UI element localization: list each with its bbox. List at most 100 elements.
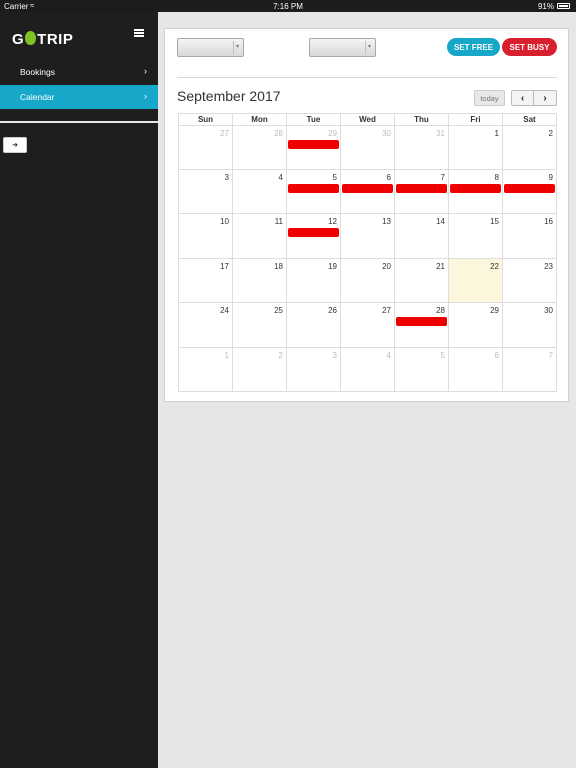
busy-event[interactable] (450, 183, 501, 193)
calendar-day[interactable]: 9 (503, 170, 556, 214)
calendar-day[interactable]: 13 (341, 214, 395, 258)
calendar-day[interactable]: 23 (503, 259, 556, 303)
filter-select-2[interactable]: ▾ (309, 38, 376, 57)
day-number: 11 (274, 217, 283, 226)
sidebar-item-calendar[interactable]: Calendar › (0, 85, 158, 109)
set-busy-button[interactable]: SET BUSY (502, 38, 557, 56)
day-number: 2 (548, 129, 553, 138)
day-number: 4 (278, 172, 283, 182)
sidebar-item-bookings[interactable]: Bookings › (0, 60, 158, 84)
calendar-day-today[interactable]: 22 (449, 258, 503, 302)
day-number: 21 (436, 261, 445, 271)
calendar-day[interactable]: 27 (179, 126, 233, 169)
calendar-day[interactable]: 25 (233, 303, 287, 347)
chevron-down-icon: ▾ (365, 41, 373, 54)
calendar-day[interactable]: 3 (179, 169, 233, 213)
sign-out-icon: ➜ (12, 142, 18, 149)
calendar-day[interactable]: 20 (341, 258, 395, 302)
busy-event[interactable] (342, 183, 393, 193)
calendar-day[interactable]: 30 (503, 303, 556, 347)
filter-select-1[interactable]: ▾ (177, 38, 244, 57)
calendar-day[interactable]: 28 (395, 303, 449, 347)
busy-event[interactable] (288, 228, 339, 237)
busy-event[interactable] (288, 183, 339, 193)
sidebar-item-label: Bookings (20, 67, 55, 77)
calendar-day[interactable]: 21 (395, 258, 449, 302)
calendar-day[interactable]: 5 (287, 169, 341, 213)
calendar-day[interactable]: 1 (179, 347, 233, 391)
calendar-day[interactable]: 7 (503, 348, 556, 392)
day-number: 13 (382, 217, 391, 226)
calendar-day[interactable]: 24 (179, 303, 233, 347)
next-month-button[interactable]: › (534, 90, 557, 106)
chevron-left-icon: ‹ (520, 92, 525, 104)
calendar-day[interactable]: 15 (449, 214, 503, 258)
prev-month-button[interactable]: ‹ (511, 90, 534, 106)
day-number: 29 (328, 129, 337, 138)
status-time: 7:16 PM (273, 2, 303, 11)
day-number: 18 (274, 261, 283, 271)
day-number: 27 (220, 129, 229, 138)
logout-button[interactable]: ➜ (3, 137, 27, 153)
calendar-day[interactable]: 12 (287, 214, 341, 258)
weekday-label: Fri (449, 114, 503, 125)
day-number: 16 (544, 217, 553, 226)
logo-letter: G (12, 30, 25, 48)
calendar-day[interactable]: 26 (287, 303, 341, 347)
calendar-day[interactable]: 28 (233, 126, 287, 169)
calendar-day[interactable]: 4 (233, 169, 287, 213)
calendar-day[interactable]: 8 (449, 169, 503, 213)
set-free-button[interactable]: SET FREE (447, 38, 500, 56)
busy-event[interactable] (504, 183, 555, 193)
calendar-day[interactable]: 7 (395, 169, 449, 213)
day-number: 7 (440, 172, 445, 182)
weekday-label: Tue (287, 114, 341, 125)
calendar-day[interactable]: 3 (287, 347, 341, 391)
calendar-day[interactable]: 5 (395, 347, 449, 391)
calendar-day[interactable]: 27 (341, 303, 395, 347)
calendar-day[interactable]: 2 (503, 126, 556, 169)
calendar-day[interactable]: 6 (341, 169, 395, 213)
day-number: 27 (382, 306, 391, 315)
chevron-right-icon: › (144, 66, 147, 76)
busy-event[interactable] (288, 140, 339, 149)
calendar-day[interactable]: 16 (503, 214, 556, 258)
weekday-label: Wed (341, 114, 395, 125)
day-number: 14 (436, 217, 445, 226)
day-number: 8 (494, 172, 499, 182)
busy-event[interactable] (396, 183, 447, 193)
calendar-day[interactable]: 30 (341, 126, 395, 169)
calendar-day[interactable]: 19 (287, 258, 341, 302)
weekday-header: Sun Mon Tue Wed Thu Fri Sat (178, 113, 557, 125)
calendar-day[interactable]: 29 (287, 126, 341, 169)
battery-percent: 91% (537, 2, 554, 11)
calendar-grid: Sun Mon Tue Wed Thu Fri Sat 27 28 29 30 31 1 2 3 4 5 6 7 8… (178, 113, 557, 392)
calendar-day[interactable]: 29 (449, 303, 503, 347)
day-number: 6 (386, 172, 391, 182)
calendar-week-row: 10 11 12 13 14 15 16 (178, 214, 557, 259)
menu-icon[interactable] (134, 29, 144, 37)
day-number: 17 (220, 261, 229, 271)
calendar-day[interactable]: 14 (395, 214, 449, 258)
calendar-day[interactable]: 2 (233, 347, 287, 391)
calendar-week-row: 24 25 26 27 28 29 30 (178, 303, 557, 348)
calendar-day[interactable]: 10 (179, 214, 233, 258)
calendar-day[interactable]: 1 (449, 126, 503, 169)
day-number: 28 (274, 129, 283, 138)
weekday-label: Thu (395, 114, 449, 125)
day-number: 24 (220, 306, 229, 315)
calendar-day[interactable]: 4 (341, 347, 395, 391)
day-number: 4 (386, 350, 391, 360)
day-number: 9 (548, 172, 553, 182)
status-bar: Carrier ≈ 7:16 PM 91% (0, 0, 576, 12)
busy-event[interactable] (396, 317, 447, 326)
day-number: 15 (490, 217, 499, 226)
calendar-day[interactable]: 17 (179, 258, 233, 302)
day-number: 23 (544, 261, 553, 271)
calendar-week-row: 27 28 29 30 31 1 2 (178, 125, 557, 170)
calendar-day[interactable]: 31 (395, 126, 449, 169)
calendar-day[interactable]: 11 (233, 214, 287, 258)
calendar-day[interactable]: 6 (449, 347, 503, 391)
today-button[interactable]: today (474, 90, 505, 106)
calendar-day[interactable]: 18 (233, 258, 287, 302)
